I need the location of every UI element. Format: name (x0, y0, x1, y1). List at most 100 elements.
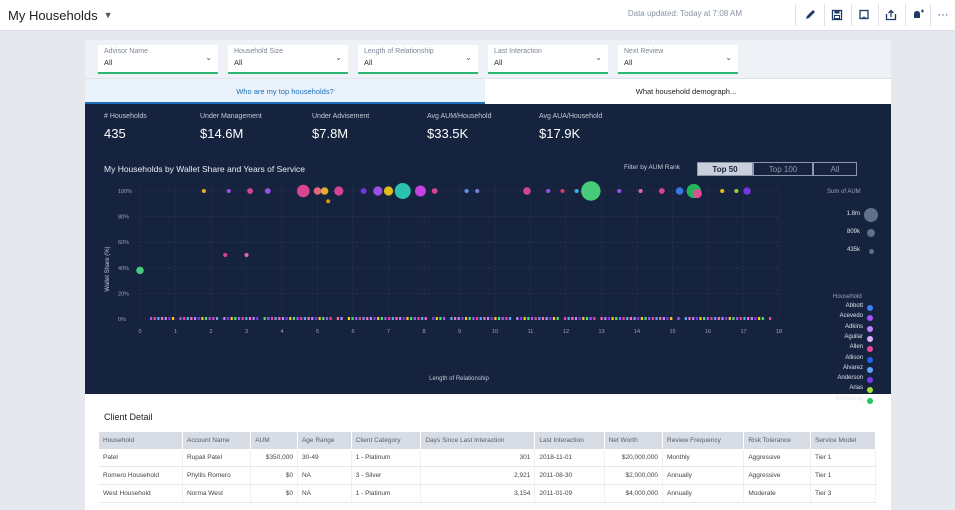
table-row[interactable]: West Household Norma West $0 NA 1 - Platinum… (99, 484, 877, 503)
strip-mark (322, 317, 325, 320)
legend-entry-label[interactable]: Acevedo (795, 313, 863, 319)
x-tick-label: 8 (422, 329, 425, 335)
scatter-point (734, 188, 739, 194)
strip-mark (593, 317, 596, 320)
legend-entry-label[interactable]: Allen (795, 344, 863, 350)
strip-mark (248, 317, 252, 320)
share-icon[interactable] (881, 6, 901, 24)
column-header[interactable]: Client Category (351, 432, 422, 449)
scatter-point (415, 185, 426, 197)
legend-entry-label[interactable]: Armstrong (795, 396, 863, 402)
strip-mark (223, 317, 226, 320)
strip-mark (761, 317, 764, 320)
scatter-point (523, 187, 531, 195)
strip-mark (168, 317, 171, 320)
legend-entry-label[interactable]: Arias (795, 385, 863, 391)
y-axis-ticks: 0% 20% 40% 60% 80% 100% (118, 189, 132, 323)
column-header[interactable]: Days Since Last Interaction (420, 432, 536, 449)
strip-mark (494, 317, 497, 320)
bookmark-icon[interactable] (854, 6, 874, 24)
subscribe-icon[interactable] (908, 6, 928, 24)
column-header[interactable]: Household (99, 432, 183, 449)
table-row[interactable]: Patel Rupali Patel $350,000 30-49 1 - Platin… (99, 449, 877, 467)
legend-entry-label[interactable]: Aguilar (795, 334, 863, 340)
table-cell: 3,154 (420, 484, 536, 503)
column-header[interactable]: Risk Tolerance (743, 432, 811, 449)
y-tick-label: 100% (118, 189, 132, 195)
legend-entry-label[interactable]: Alvarez (795, 365, 863, 371)
strip-mark (245, 317, 248, 320)
strip-mark (578, 317, 581, 320)
filter-value: All (234, 58, 243, 67)
x-tick-label: 11 (528, 329, 534, 335)
table-cell: $20,000,000 (604, 449, 664, 467)
strip-mark (160, 317, 164, 320)
strip-mark (567, 317, 570, 320)
strip-mark (193, 317, 197, 320)
table-row[interactable]: Romero Household Phyllis Romero $0 NA 3 - Si… (99, 466, 877, 485)
scatter-point (675, 187, 684, 195)
strip-mark (585, 317, 589, 320)
table-cell: $0 (250, 466, 298, 485)
x-tick-label: 4 (280, 329, 283, 335)
x-tick-label: 13 (598, 329, 604, 335)
strip-mark (464, 317, 468, 320)
column-header[interactable]: AUM (250, 432, 298, 449)
column-header[interactable]: Age Range (297, 432, 352, 449)
column-header[interactable]: Service Model (810, 432, 877, 449)
y-tick-label: 80% (118, 215, 129, 221)
strip-mark (366, 317, 369, 320)
strip-mark (421, 317, 424, 320)
filter-value: All (494, 58, 503, 67)
column-header[interactable]: Review Frequency (662, 432, 745, 449)
column-header[interactable]: Account Name (182, 432, 252, 449)
strip-mark (468, 317, 471, 320)
filter-bar: Advisor Name All ⌄ Household Size All ⌄ … (85, 40, 891, 79)
filter-label: Advisor Name (104, 48, 148, 55)
legend-entry-label[interactable]: Anderson (795, 375, 863, 381)
strip-mark (666, 317, 669, 320)
filter-household-size[interactable]: Household Size All ⌄ (228, 45, 348, 74)
edit-icon[interactable] (800, 6, 820, 24)
strip-mark (662, 317, 665, 320)
column-header[interactable]: Last Interaction (534, 432, 605, 449)
strip-mark (362, 317, 365, 320)
more-icon[interactable]: ··· (933, 6, 953, 24)
size-legend-label: 1.8m (846, 211, 860, 217)
filter-next-review[interactable]: Next Review All ⌄ (618, 45, 738, 74)
legend-entry-label[interactable]: Allison (795, 355, 863, 361)
strip-mark (402, 317, 405, 320)
legend-entry-label[interactable]: Adkins (795, 324, 863, 330)
strip-mark (545, 317, 548, 320)
tab-household-demographics[interactable]: What household demograph... (486, 79, 886, 104)
strip-mark (769, 317, 772, 320)
chevron-down-icon: ⌄ (595, 53, 602, 62)
chevron-down-icon[interactable]: ▼ (104, 10, 113, 20)
legend-color-dot (867, 356, 873, 363)
save-icon[interactable] (827, 6, 847, 24)
strip-mark (450, 317, 453, 320)
tab-top-households[interactable]: Who are my top households? (85, 79, 485, 104)
y-tick-label: 60% (118, 240, 129, 246)
strip-mark (457, 317, 460, 320)
filter-last-interaction[interactable]: Last Interaction All ⌄ (488, 45, 608, 74)
table-cell: Phyllis Romero (182, 466, 252, 485)
y-tick-label: 40% (118, 266, 129, 272)
strip-mark (633, 317, 636, 320)
strip-mark (336, 317, 339, 320)
scatter-chart: 0%20%40%60%80%100% 0 1 2 3 4 5 6 7 8 9 10 11 12 13 14 1… (105, 181, 782, 382)
strip-mark (556, 317, 559, 320)
column-header[interactable]: Net Worth (604, 432, 664, 449)
x-tick-label: 10 (492, 329, 498, 335)
strip-mark (443, 317, 446, 320)
table-cell: Annually (662, 466, 745, 485)
filter-label: Household Size (234, 48, 284, 55)
strip-mark (358, 317, 361, 320)
filter-length-of-relationship[interactable]: Length of Relationship All ⌄ (358, 45, 478, 74)
filter-advisor-name[interactable]: Advisor Name All ⌄ (98, 45, 218, 74)
strip-mark (281, 317, 285, 320)
strip-mark (237, 317, 241, 320)
legend-entry-label[interactable]: Abbott (795, 303, 863, 309)
strip-mark (292, 317, 296, 320)
strip-mark (435, 317, 438, 320)
